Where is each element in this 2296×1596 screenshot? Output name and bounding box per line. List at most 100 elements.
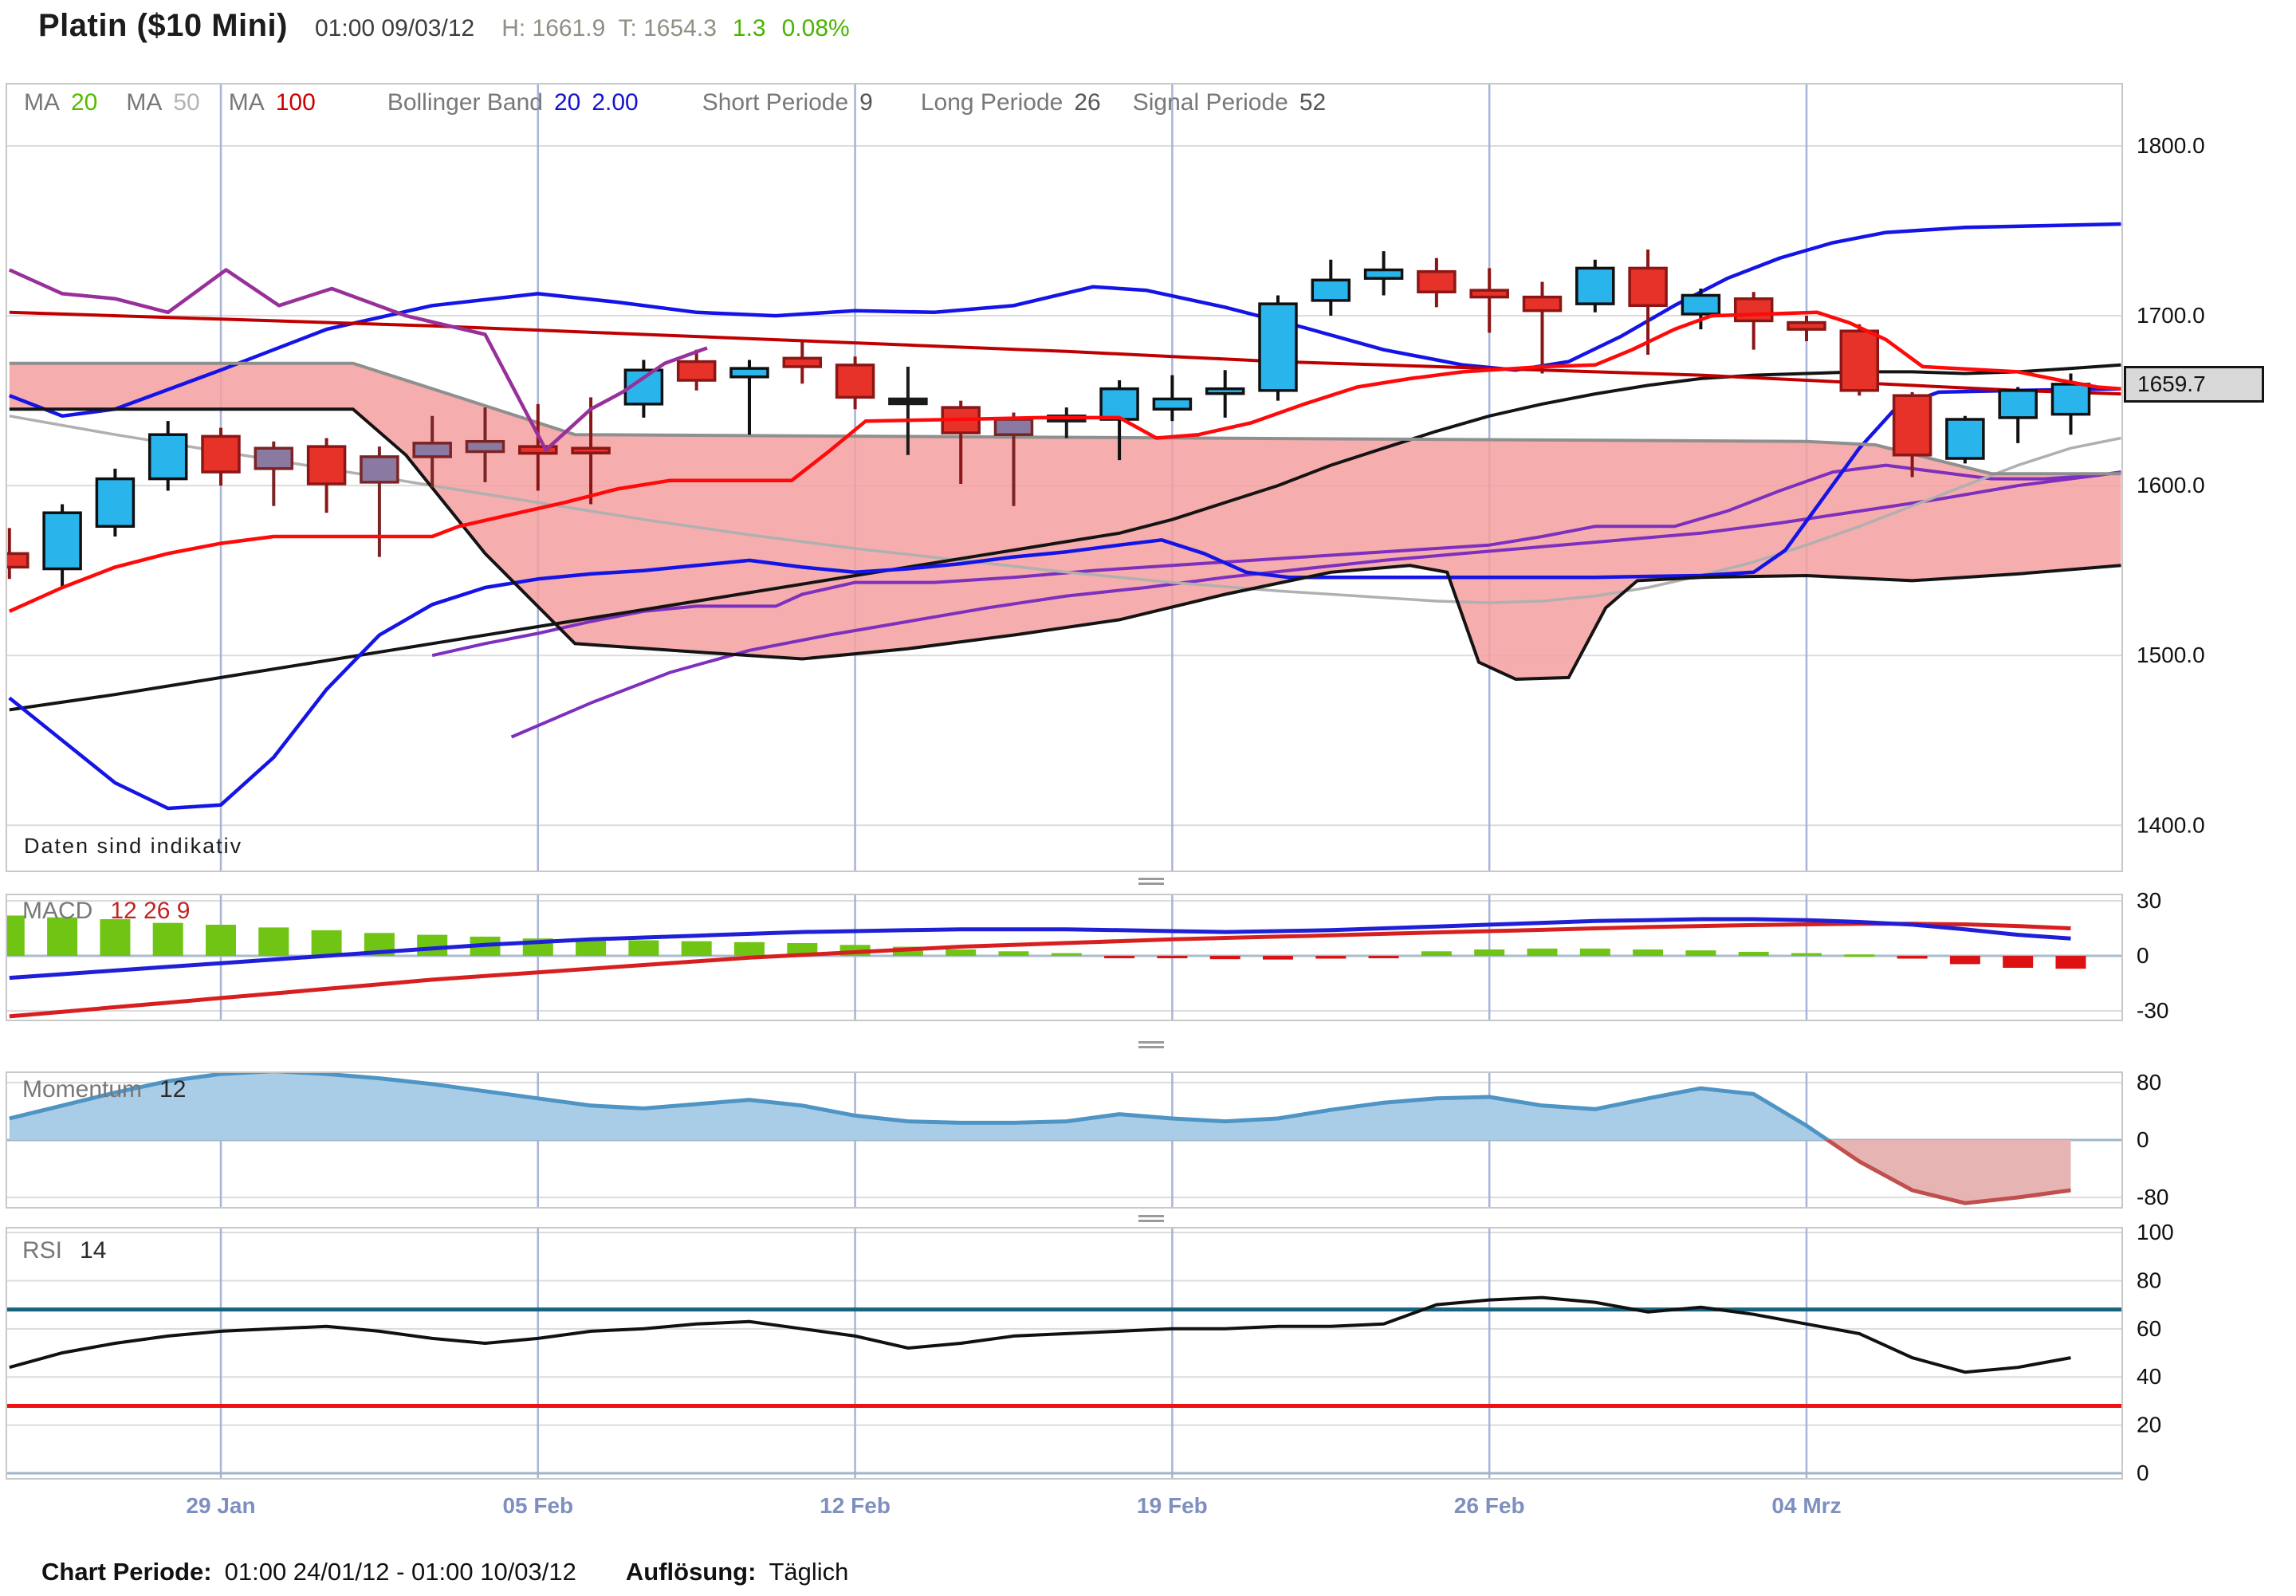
macd-histogram-bar: [682, 941, 712, 956]
macd-histogram-bar: [417, 935, 447, 956]
main-axis-tick: 1500.0: [2137, 643, 2205, 667]
x-axis-label: 29 Jan: [186, 1493, 255, 1518]
x-axis-label: 04 Mrz: [1771, 1493, 1841, 1518]
candle-body-down: [1788, 323, 1825, 330]
candle-body-up: [1577, 268, 1614, 304]
macd-histogram-bar: [1950, 956, 1980, 964]
indicator-legend: MA20 MA50 MA100 Bollinger Band202.00 Sho…: [24, 89, 1326, 116]
macd-histogram-bar: [1897, 956, 1928, 958]
candle-body-up: [150, 434, 187, 478]
chart-header: Platin ($10 Mini) 01:00 09/03/12 H: 1661…: [38, 8, 850, 44]
macd-histogram-bar: [1844, 954, 1874, 957]
candle-body-neutral: [996, 419, 1032, 434]
macd-panel-label: MACD12 26 9: [22, 898, 190, 925]
candle-body-up: [44, 513, 81, 568]
candle-body-down: [1894, 395, 1931, 455]
candle-body-down: [202, 436, 239, 472]
candle-body-up: [1101, 389, 1138, 419]
main-axis-tick: 1800.0: [2137, 133, 2205, 158]
candle-body-down: [1736, 299, 1772, 321]
macd-histogram-bar: [1739, 952, 1769, 956]
macd-histogram-bar: [0, 915, 25, 956]
macd-histogram-bar: [258, 927, 289, 956]
macd-histogram-bar: [1685, 950, 1716, 956]
momentum-panel-label: Momentum12: [22, 1076, 186, 1103]
candle-body-down: [1524, 297, 1561, 311]
macd-histogram-bar: [1474, 949, 1504, 956]
candle-body-up: [1312, 280, 1349, 301]
instrument-title: Platin ($10 Mini): [38, 8, 288, 44]
macd-histogram-bar: [734, 942, 765, 956]
change-percent: 0.08%: [782, 15, 850, 42]
macd-histogram-bar: [1421, 951, 1452, 956]
rsi-panel-label: RSI14: [22, 1237, 106, 1264]
x-axis-label: 19 Feb: [1137, 1493, 1208, 1518]
candle-body-down: [1418, 272, 1455, 293]
macd-histogram-bar: [2056, 956, 2086, 969]
candle-body-down: [784, 358, 820, 367]
resolution-value: Täglich: [769, 1558, 848, 1586]
macd-histogram-bar: [946, 949, 976, 956]
main-axis-tick: 1700.0: [2137, 303, 2205, 328]
rsi-axis-tick: 100: [2137, 1220, 2174, 1244]
rsi-axis-tick: 0: [2137, 1460, 2149, 1485]
legend-signal-periode[interactable]: Signal Periode52: [1133, 89, 1327, 116]
chart-canvas[interactable]: 1800.01700.01600.01500.01400.0300-30800-…: [0, 0, 2296, 1596]
macd-histogram-bar: [1104, 956, 1134, 958]
panel-resize-handle-momentum[interactable]: [1138, 1041, 1164, 1049]
legend-ma100[interactable]: MA100: [229, 89, 316, 116]
rsi-axis-tick: 40: [2137, 1364, 2161, 1389]
main-axis-tick: 1600.0: [2137, 473, 2205, 497]
resolution-label: Auflösung:: [626, 1558, 757, 1586]
change-value: 1.3: [733, 15, 766, 42]
x-axis-label: 12 Feb: [820, 1493, 890, 1518]
rsi-axis-tick: 20: [2137, 1413, 2161, 1437]
macd-histogram-bar: [1633, 949, 1663, 956]
macd-axis-tick: 0: [2137, 943, 2149, 968]
macd-histogram-bar: [1580, 949, 1610, 956]
candle-body-up: [731, 368, 768, 377]
legend-long-periode[interactable]: Long Periode26: [921, 89, 1101, 116]
x-axis-label: 26 Feb: [1454, 1493, 1525, 1518]
macd-axis-tick: 30: [2137, 888, 2161, 913]
panel-resize-handle-macd[interactable]: [1138, 878, 1164, 886]
candle-body-down: [1841, 331, 1877, 391]
macd-histogram-bar: [1157, 956, 1187, 958]
macd-histogram-bar: [1263, 956, 1293, 960]
macd-axis-tick: -30: [2137, 998, 2168, 1023]
candle-body-down: [1630, 268, 1666, 305]
macd-histogram-bar: [1527, 949, 1558, 956]
candle-body-up: [1207, 389, 1244, 394]
main-axis-tick: 1400.0: [2137, 812, 2205, 837]
high-quote: H: 1661.9 T: 1654.3: [501, 15, 717, 42]
chart-period-label: Chart Periode:: [41, 1558, 212, 1586]
chart-period-value: 01:00 24/01/12 - 01:00 10/03/12: [225, 1558, 576, 1586]
candle-body-up: [1947, 419, 1983, 458]
macd-histogram-bar: [1052, 953, 1082, 956]
mom-axis-tick: 80: [2137, 1070, 2161, 1095]
candle-body-down: [572, 448, 609, 453]
indicative-data-disclaimer: Daten sind indikativ: [24, 834, 242, 859]
candle-body-neutral: [414, 443, 450, 457]
rsi-axis-tick: 60: [2137, 1316, 2161, 1341]
candle-body-down: [678, 362, 715, 380]
macd-histogram-bar: [153, 923, 183, 956]
legend-short-periode[interactable]: Short Periode9: [702, 89, 873, 116]
macd-histogram-bar: [206, 925, 236, 956]
x-axis-label: 05 Feb: [502, 1493, 573, 1518]
legend-bollinger[interactable]: Bollinger Band202.00: [387, 89, 639, 116]
legend-ma20[interactable]: MA20: [24, 89, 97, 116]
candle-body-down: [1471, 290, 1508, 297]
macd-histogram-bar: [1369, 956, 1399, 958]
rsi-axis-tick: 80: [2137, 1268, 2161, 1292]
candle-body-up: [1154, 399, 1190, 409]
last-price-tag: 1659.7: [2124, 366, 2264, 403]
macd-histogram-bar: [999, 951, 1029, 956]
candle-body-neutral: [467, 442, 504, 452]
panel-resize-handle-rsi[interactable]: [1138, 1215, 1164, 1223]
legend-ma50[interactable]: MA50: [126, 89, 199, 116]
quote-timestamp: 01:00 09/03/12: [315, 15, 474, 42]
candle-body-up: [1999, 391, 2036, 418]
macd-histogram-bar: [1315, 956, 1346, 958]
chart-footer: Chart Periode: 01:00 24/01/12 - 01:00 10…: [41, 1558, 848, 1586]
